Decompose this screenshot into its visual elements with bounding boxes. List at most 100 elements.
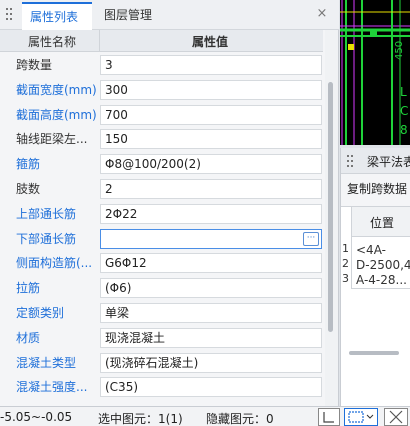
property-row: 侧面构造筋(... G6Φ12: [0, 250, 323, 275]
property-value: 单梁: [105, 305, 130, 320]
close-icon[interactable]: ×: [314, 6, 330, 22]
drag-handle-icon[interactable]: [6, 8, 12, 22]
position-header-label: 位置: [370, 216, 395, 230]
property-value-field[interactable]: 700: [100, 104, 322, 125]
property-value-field[interactable]: (C35): [100, 377, 322, 398]
row-number: 3: [342, 272, 349, 285]
position-cell[interactable]: <4A- D-2500,4 A-4-28...: [351, 237, 410, 289]
property-name[interactable]: 材质: [16, 329, 98, 346]
property-name[interactable]: 混凝土类型: [16, 354, 98, 371]
select-mode-button[interactable]: [344, 408, 378, 426]
copy-span-data-button[interactable]: 复制跨数据: [347, 180, 407, 197]
property-name: 肢数: [16, 181, 41, 196]
property-value: 700: [105, 107, 128, 122]
property-value: G6Φ12: [105, 256, 147, 271]
property-value-field[interactable]: 2Φ22: [100, 203, 322, 224]
property-value-field[interactable]: 150: [100, 129, 322, 150]
property-row: 截面宽度(mm) 300: [0, 77, 323, 102]
property-value-field[interactable]: 现浇混凝土: [100, 327, 322, 348]
cad-label-8: 8: [400, 123, 408, 137]
status-coordinates: -5.05~-0.05: [0, 410, 73, 424]
cell-line: A-4-28...: [356, 273, 407, 287]
select-box-icon: [348, 411, 374, 423]
beam-panel-title-bar: 梁平法表: [341, 148, 410, 174]
cad-label-c: C: [400, 104, 408, 118]
property-name[interactable]: 拉筋: [16, 279, 98, 296]
snap-icon: [323, 412, 334, 423]
property-row: 轴线距梁左... 150: [0, 126, 323, 151]
property-value-field[interactable]: 300: [100, 79, 322, 100]
cross-icon: [389, 410, 403, 424]
cad-label-l: L: [400, 85, 407, 99]
header-name-col: 属性名称: [28, 35, 77, 49]
ellipsis-button[interactable]: ···: [303, 231, 319, 246]
property-value-field[interactable]: Φ8@100/200(2): [100, 154, 322, 175]
property-name: 跨数量: [16, 58, 53, 72]
property-value-field[interactable]: ···: [100, 228, 322, 249]
property-row: 材质 现浇混凝土: [0, 325, 323, 350]
property-value-field[interactable]: 单梁: [100, 302, 322, 323]
property-value-field[interactable]: 2: [100, 178, 322, 199]
beam-table: 位置 1 2 3 <4A- D-2500,4 A-4-28...: [341, 206, 410, 406]
property-name[interactable]: 截面宽度(mm): [16, 81, 98, 98]
property-panel: 属性列表 图层管理 × 属性名称 属性值 跨数量 3 截面宽度(mm) 300 截面高度…: [0, 0, 339, 406]
tab-layer-management[interactable]: 图层管理: [96, 2, 180, 30]
property-value: 2Φ22: [105, 206, 138, 221]
property-value: 2: [105, 181, 113, 196]
property-name: 轴线距梁左...: [16, 132, 88, 147]
property-row: 截面高度(mm) 700: [0, 102, 323, 127]
property-row: 混凝土强度... (C35): [0, 374, 323, 399]
status-selected-count: 选中图元：1(1): [98, 412, 183, 426]
cad-viewport[interactable]: 450 L C 8: [340, 0, 410, 145]
cell-line: <4A-: [356, 243, 386, 257]
property-name[interactable]: 混凝土强度...: [16, 378, 98, 395]
property-value: (C35): [105, 380, 139, 395]
header-divider: [99, 30, 100, 52]
tab-bar: 属性列表 图层管理 ×: [0, 0, 339, 30]
property-value-field[interactable]: (现浇碎石混凝土): [100, 352, 322, 373]
header-value-col: 属性值: [192, 35, 229, 49]
vertical-scrollbar[interactable]: [325, 30, 338, 406]
drag-handle-icon[interactable]: [347, 155, 353, 167]
property-value: (现浇碎石混凝土): [105, 355, 199, 370]
scroll-thumb[interactable]: [328, 82, 333, 332]
property-table-header: 属性名称 属性值: [0, 30, 323, 52]
property-row: 跨数量 3: [0, 52, 323, 77]
property-value: 150: [105, 132, 128, 147]
property-name[interactable]: 侧面构造筋(...: [16, 254, 98, 271]
property-row: 下部通长筋 ···: [0, 226, 323, 251]
property-row: 定额类别 单梁: [0, 300, 323, 325]
property-name[interactable]: 截面高度(mm): [16, 106, 98, 123]
property-row: 拉筋 (Φ6): [0, 275, 323, 300]
beam-panel-title: 梁平法表: [367, 155, 410, 169]
app-root: 属性列表 图层管理 × 属性名称 属性值 跨数量 3 截面宽度(mm) 300 截面高度…: [0, 0, 410, 426]
status-bar: -5.05~-0.05 选中图元：1(1) 隐藏图元：0: [0, 406, 410, 426]
property-row: 箍筋 Φ8@100/200(2): [0, 151, 323, 176]
property-rows: 跨数量 3 截面宽度(mm) 300 截面高度(mm) 700 轴线距梁左... 150 箍筋 Φ…: [0, 52, 323, 399]
property-name[interactable]: 箍筋: [16, 155, 98, 172]
property-value-field[interactable]: G6Φ12: [100, 253, 322, 274]
cross-select-button[interactable]: [384, 408, 408, 426]
property-value: 3: [105, 58, 113, 72]
property-value-field[interactable]: 3: [100, 55, 322, 75]
property-row: 混凝土类型 (现浇碎石混凝土): [0, 350, 323, 375]
horizontal-scrollbar[interactable]: [341, 349, 410, 357]
property-value: Φ8@100/200(2): [105, 157, 201, 172]
row-number: 2: [342, 257, 349, 270]
property-value-field[interactable]: (Φ6): [100, 278, 322, 299]
tab-property-list[interactable]: 属性列表: [22, 2, 92, 30]
snap-toggle-button[interactable]: [318, 408, 340, 426]
position-column-header[interactable]: 位置: [351, 207, 410, 237]
status-hidden-count: 隐藏图元：0: [206, 412, 274, 426]
property-name[interactable]: 下部通长筋: [16, 230, 98, 247]
property-value: 300: [105, 82, 128, 97]
row-number: 1: [342, 242, 349, 255]
property-name[interactable]: 上部通长筋: [16, 205, 98, 222]
cad-drawing: 450 L C 8: [340, 0, 410, 145]
cell-line: D-2500,4: [356, 258, 410, 272]
scroll-thumb[interactable]: [349, 351, 399, 355]
row-numbers: 1 2 3: [342, 241, 350, 286]
property-value: (Φ6): [105, 281, 132, 296]
property-row: 肢数 2: [0, 176, 323, 201]
property-name[interactable]: 定额类别: [16, 304, 98, 321]
